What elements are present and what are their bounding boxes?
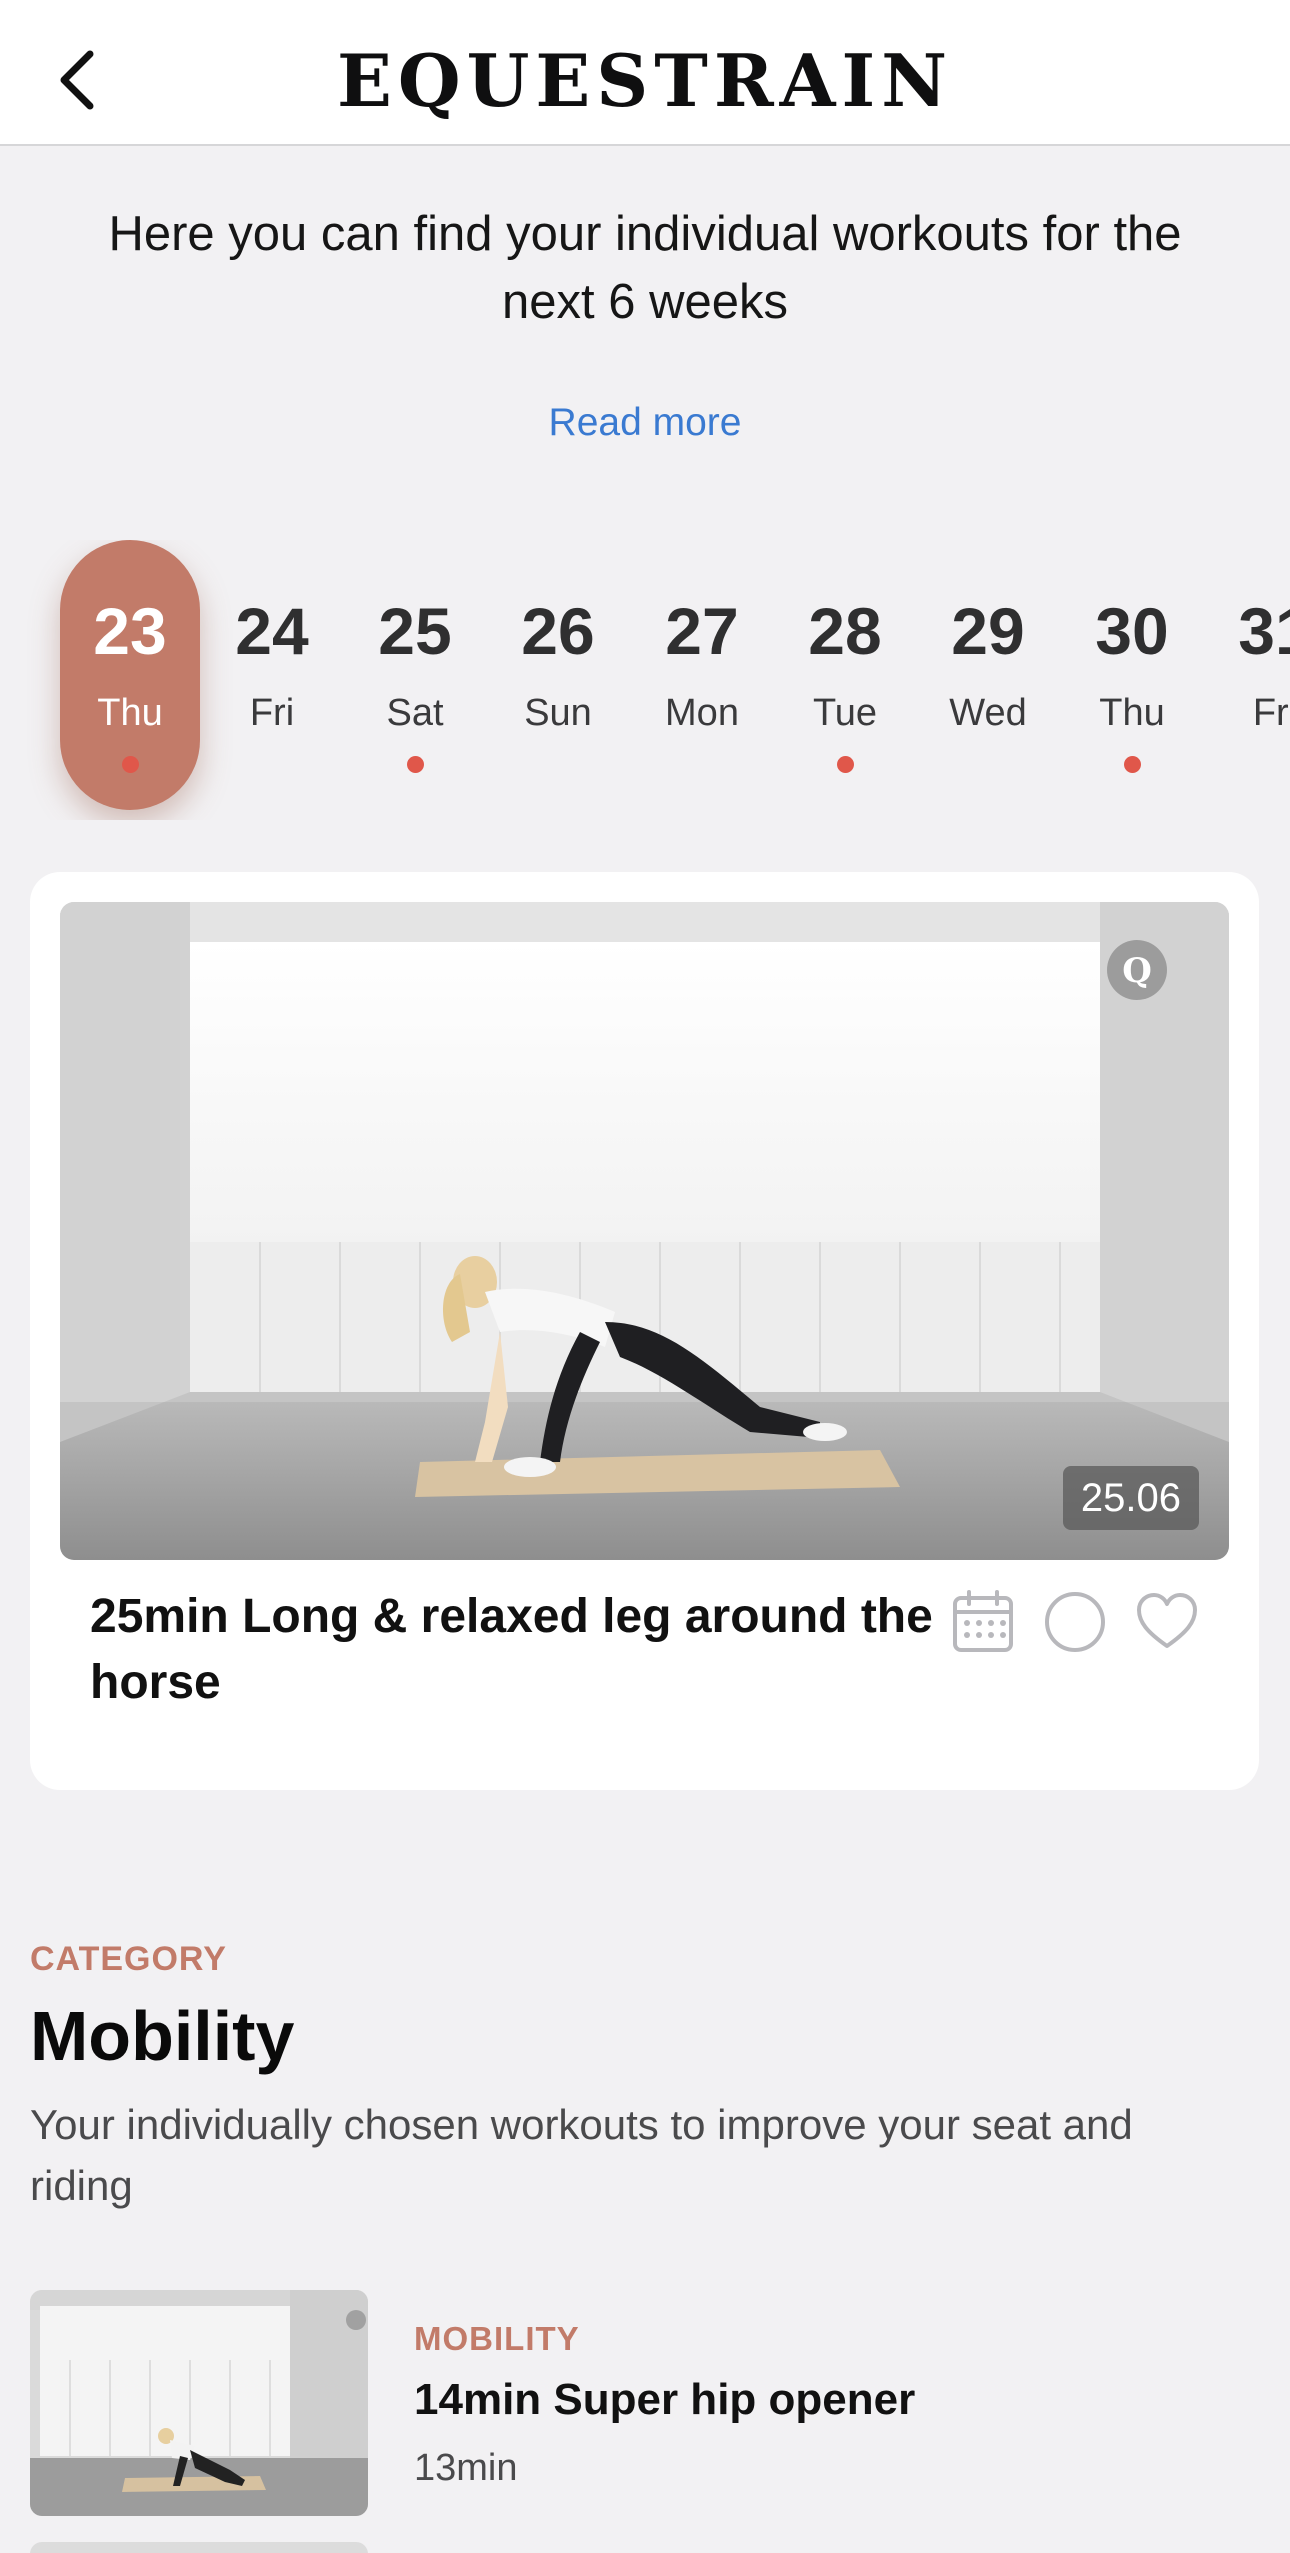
category-description: Your individually chosen workouts to imp…	[30, 2101, 1133, 2209]
day-weekday: Thu	[97, 692, 163, 734]
featured-workout-card[interactable]: Q 25.06 25min Long & relaxed leg around …	[30, 872, 1259, 1790]
day-weekday: Fri	[249, 692, 295, 734]
schedule-button[interactable]	[951, 1590, 1015, 1654]
list-item-duration: 13min	[414, 2447, 518, 2489]
day-number: 25	[378, 594, 452, 668]
calendar-icon	[953, 1590, 1013, 1652]
day-item[interactable]: 28 Tue	[775, 540, 915, 810]
next-list-item-thumbnail	[30, 2542, 368, 2553]
day-item[interactable]: 25 Sat	[345, 540, 485, 810]
day-selector: 23 Thu 24 Fri 25 Sat 26 Sun 27 Mon 28 Tu…	[0, 540, 1290, 820]
workout-dot	[122, 756, 139, 773]
day-weekday: Mon	[665, 692, 739, 734]
day-number: 24	[235, 594, 309, 668]
svg-text:Q: Q	[1122, 951, 1152, 991]
workout-title[interactable]: 25min Long & relaxed leg around the hors…	[90, 1584, 950, 1716]
day-number: 26	[521, 594, 595, 668]
day-item[interactable]: 31 Fri	[1205, 540, 1290, 810]
day-item[interactable]: 27 Mon	[632, 540, 772, 810]
day-number: 28	[808, 594, 882, 668]
category-label: CATEGORY	[30, 1940, 227, 1978]
day-weekday: Sun	[524, 692, 592, 734]
date-badge: 25.06	[1062, 1466, 1199, 1530]
day-item[interactable]: 29 Wed	[918, 540, 1058, 810]
card-actions	[951, 1590, 1199, 1654]
workout-photo: Q	[60, 902, 1229, 1560]
heart-icon	[1137, 1593, 1197, 1648]
day-weekday: Sat	[386, 692, 444, 734]
mark-complete-button[interactable]	[1043, 1590, 1107, 1654]
workout-dot	[407, 756, 424, 773]
workout-thumbnail	[30, 2290, 368, 2516]
category-title: Mobility	[30, 1997, 295, 2075]
list-item[interactable]: MOBILITY 14min Super hip opener 13min	[30, 2290, 1260, 2516]
day-weekday: Tue	[812, 692, 878, 734]
day-number: 29	[951, 594, 1025, 668]
day-number: 23	[93, 594, 167, 668]
day-number: 31	[1238, 594, 1290, 668]
day-item[interactable]: 23 Thu	[60, 540, 200, 810]
intro-text: Here you can find your individual workou…	[108, 207, 1182, 329]
list-item-category: MOBILITY	[414, 2320, 580, 2357]
workout-video-thumbnail[interactable]: Q 25.06	[60, 902, 1229, 1560]
workout-thumbnail-photo	[30, 2290, 368, 2516]
workout-dot	[1124, 756, 1141, 773]
day-item[interactable]: 24 Fri	[202, 540, 342, 810]
workout-dot	[837, 756, 854, 773]
read-more-link[interactable]: Read more	[0, 398, 1290, 448]
top-bar: EQUESTRAIN	[0, 0, 1290, 146]
day-weekday: Wed	[949, 692, 1027, 734]
workout-plan-screen: EQUESTRAIN Here you can find your indivi…	[0, 0, 1290, 2553]
complete-circle-icon	[1045, 1592, 1105, 1652]
list-item-title: 14min Super hip opener	[414, 2375, 916, 2424]
day-weekday: Thu	[1099, 692, 1165, 734]
favorite-button[interactable]	[1135, 1590, 1199, 1654]
day-number: 27	[665, 594, 739, 668]
day-weekday: Fri	[1252, 692, 1290, 734]
brand-logo: EQUESTRAIN	[336, 38, 954, 123]
day-item[interactable]: 30 Thu	[1062, 540, 1202, 810]
day-item[interactable]: 26 Sun	[488, 540, 628, 810]
day-number: 30	[1095, 594, 1169, 668]
